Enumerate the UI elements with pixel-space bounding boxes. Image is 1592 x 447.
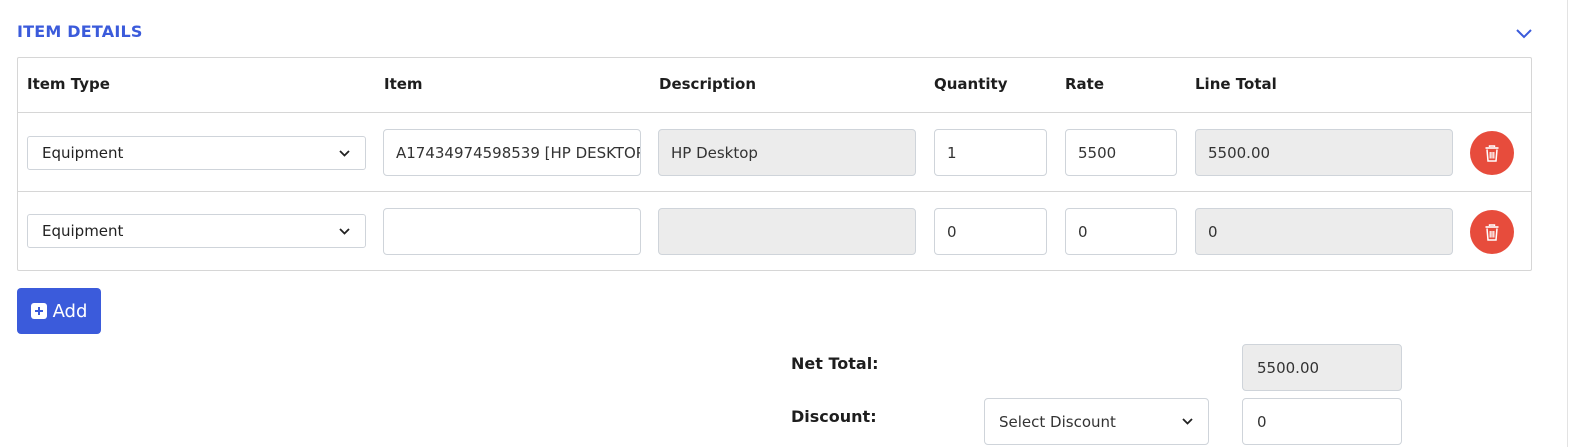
table-row: Equipment 0 0 0 [18, 192, 1531, 271]
rate-value: 0 [1078, 222, 1088, 241]
add-button-label: Add [52, 300, 88, 322]
header-item-type: Item Type [27, 75, 110, 93]
rate-input[interactable]: 0 [1065, 208, 1177, 255]
quantity-input[interactable]: 0 [934, 208, 1047, 255]
net-total-label: Net Total: [791, 354, 879, 373]
quantity-value: 1 [947, 143, 957, 162]
chevron-down-icon [337, 146, 351, 160]
items-table: Item Type Item Description Quantity Rate… [17, 57, 1532, 271]
chevron-down-icon [337, 224, 351, 238]
collapse-chevron-icon[interactable] [1514, 24, 1534, 44]
plus-square-icon [30, 303, 47, 319]
quantity-input[interactable]: 1 [934, 129, 1047, 176]
header-quantity: Quantity [934, 75, 1008, 93]
delete-row-button[interactable] [1470, 131, 1514, 175]
table-header: Item Type Item Description Quantity Rate… [18, 58, 1531, 113]
header-item: Item [384, 75, 423, 93]
line-total-value: 5500.00 [1208, 143, 1271, 162]
rate-input[interactable]: 5500 [1065, 129, 1177, 176]
header-rate: Rate [1065, 75, 1105, 93]
description-field: HP Desktop [658, 129, 916, 176]
rate-value: 5500 [1078, 143, 1117, 162]
header-description: Description [659, 75, 757, 93]
item-value: A17434974598539 [HP DESKTOP [396, 143, 641, 162]
line-total-field: 5500.00 [1195, 129, 1453, 176]
item-type-select[interactable]: Equipment [27, 136, 366, 170]
description-value: HP Desktop [671, 143, 758, 162]
item-type-value: Equipment [42, 144, 124, 162]
item-type-select[interactable]: Equipment [27, 214, 366, 248]
line-total-value: 0 [1208, 222, 1218, 241]
net-total-field: 5500.00 [1242, 344, 1402, 391]
header-line-total: Line Total [1195, 75, 1277, 93]
discount-label: Discount: [791, 407, 877, 426]
delete-row-button[interactable] [1470, 210, 1514, 254]
item-type-value: Equipment [42, 222, 124, 240]
table-row: Equipment A17434974598539 [HP DESKTOP HP… [18, 113, 1531, 192]
discount-select[interactable]: Select Discount [984, 398, 1209, 445]
discount-input[interactable]: 0 [1242, 398, 1402, 445]
section-title: ITEM DETAILS [17, 22, 143, 41]
item-details-card: ITEM DETAILS Item Type Item Description … [0, 0, 1568, 447]
quantity-value: 0 [947, 222, 957, 241]
item-input[interactable]: A17434974598539 [HP DESKTOP [383, 129, 641, 176]
line-total-field: 0 [1195, 208, 1453, 255]
item-input[interactable] [383, 208, 641, 255]
trash-icon [1485, 223, 1499, 241]
add-item-button[interactable]: Add [17, 288, 101, 334]
net-total-value: 5500.00 [1257, 358, 1320, 377]
discount-value: 0 [1257, 412, 1267, 431]
discount-select-value: Select Discount [999, 412, 1116, 431]
trash-icon [1485, 144, 1499, 162]
description-field [658, 208, 916, 255]
chevron-down-icon [1180, 415, 1194, 429]
